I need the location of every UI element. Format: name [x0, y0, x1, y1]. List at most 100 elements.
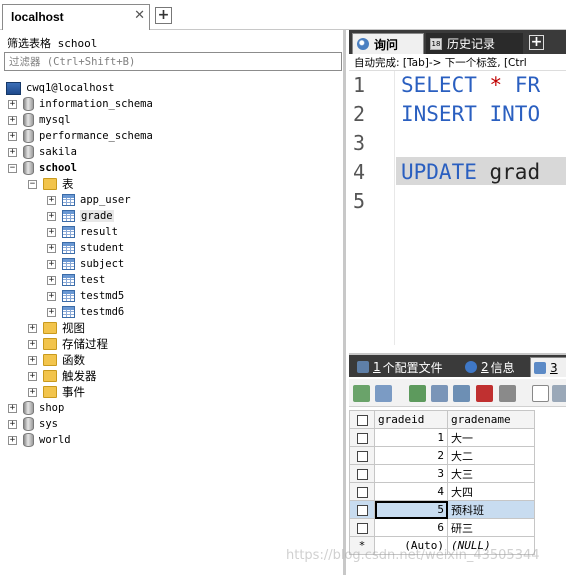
save-icon[interactable] — [453, 385, 470, 402]
expand-icon[interactable]: + — [28, 323, 37, 333]
expand-icon[interactable]: + — [28, 371, 37, 381]
result-grid[interactable]: gradeid gradename 1 大一 2 大二 3 大三 4 大四 5 … — [349, 410, 566, 555]
tree-folder-tables[interactable]: − 表 — [28, 176, 74, 192]
expand-icon[interactable]: + — [47, 243, 56, 253]
tree-table-result[interactable]: + result — [47, 224, 118, 240]
tree-root-node[interactable]: cwq1@localhost — [6, 80, 115, 96]
tab-info[interactable]: 2 信息 — [465, 357, 515, 377]
profile-icon — [357, 361, 369, 373]
expand-icon[interactable]: + — [8, 131, 17, 141]
collapse-icon[interactable]: − — [8, 163, 17, 173]
table-row[interactable]: 6 研三 — [349, 518, 535, 537]
tab-profile[interactable]: 1 个配置文件 — [357, 357, 443, 377]
expand-icon[interactable]: + — [47, 259, 56, 269]
row-checkbox[interactable] — [349, 428, 375, 447]
cancel-icon[interactable] — [499, 385, 516, 402]
cell-gradename[interactable]: 预科班 — [447, 500, 535, 519]
collapse-icon[interactable]: − — [28, 179, 37, 189]
add-query-tab-button[interactable]: + — [529, 35, 544, 50]
tree-db-sys[interactable]: + sys — [8, 416, 58, 432]
expand-icon[interactable]: + — [47, 211, 56, 221]
table-row[interactable]: 1 大一 — [349, 428, 535, 447]
expand-icon[interactable]: + — [28, 355, 37, 365]
expand-icon[interactable]: + — [8, 115, 17, 125]
connection-tab[interactable]: localhost ✕ — [2, 4, 150, 30]
tree-table-test[interactable]: + test — [47, 272, 105, 288]
cell-gradeid[interactable]: 2 — [374, 446, 448, 465]
expand-icon[interactable]: + — [8, 419, 17, 429]
tab-query[interactable]: 询问 — [352, 33, 424, 54]
expand-icon[interactable]: + — [28, 387, 37, 397]
column-header-gradename[interactable]: gradename — [447, 410, 535, 429]
sql-editor[interactable]: 1 2 3 4 5 SELECT * FR INSERT INTO UPDATE… — [349, 71, 566, 345]
tree-table-student[interactable]: + student — [47, 240, 124, 256]
row-checkbox[interactable] — [349, 482, 375, 501]
cell-gradeid[interactable]: 5 — [374, 500, 448, 519]
row-checkbox[interactable] — [349, 518, 375, 537]
expand-icon[interactable]: + — [8, 435, 17, 445]
folder-icon — [43, 386, 57, 398]
tab-history[interactable]: 18 历史记录 — [426, 33, 523, 54]
cell-gradename[interactable]: 大三 — [447, 464, 535, 483]
form-view-icon[interactable] — [552, 385, 566, 402]
expand-icon[interactable]: + — [8, 99, 17, 109]
tree-folder-functions[interactable]: + 函数 — [28, 352, 85, 368]
expand-icon[interactable]: + — [8, 403, 17, 413]
select-all-checkbox[interactable] — [349, 410, 375, 429]
expand-icon[interactable]: + — [47, 275, 56, 285]
folder-icon — [43, 178, 57, 190]
tree-db-information-schema[interactable]: + information_schema — [8, 96, 153, 112]
expand-icon[interactable]: + — [8, 147, 17, 157]
expand-icon[interactable]: + — [47, 291, 56, 301]
cell-gradeid[interactable]: 4 — [374, 482, 448, 501]
tab-number: 1 — [373, 360, 381, 374]
sql-keyword: UPDATE — [401, 160, 477, 184]
table-row[interactable]: 2 大二 — [349, 446, 535, 465]
grid-view-icon[interactable] — [532, 385, 549, 402]
tree-db-performance-schema[interactable]: + performance_schema — [8, 128, 153, 144]
cell-gradename[interactable]: 大一 — [447, 428, 535, 447]
row-checkbox[interactable] — [349, 500, 375, 519]
expand-icon[interactable]: + — [47, 307, 56, 317]
tree-folder-events[interactable]: + 事件 — [28, 384, 85, 400]
tree-table-grade[interactable]: + grade — [47, 208, 114, 224]
import-icon[interactable] — [375, 385, 392, 402]
tree-table-testmd5[interactable]: + testmd5 — [47, 288, 124, 304]
table-row[interactable]: 4 大四 — [349, 482, 535, 501]
table-row-selected[interactable]: 5 预科班 — [349, 500, 535, 519]
add-tab-button[interactable]: + — [155, 7, 172, 24]
tree-db-shop[interactable]: + shop — [8, 400, 64, 416]
add-row-icon[interactable] — [409, 385, 426, 402]
cell-gradeid[interactable]: 1 — [374, 428, 448, 447]
tree-db-world[interactable]: + world — [8, 432, 71, 448]
expand-icon[interactable]: + — [47, 195, 56, 205]
expand-icon[interactable]: + — [28, 339, 37, 349]
row-checkbox[interactable] — [349, 464, 375, 483]
duplicate-row-icon[interactable] — [431, 385, 448, 402]
filter-input[interactable]: 过滤器 (Ctrl+Shift+B) — [4, 52, 342, 71]
tree-folder-views[interactable]: + 视图 — [28, 320, 85, 336]
tree-db-label: school — [39, 162, 77, 174]
cell-gradename[interactable]: 研三 — [447, 518, 535, 537]
tree-db-mysql[interactable]: + mysql — [8, 112, 71, 128]
tree-db-school[interactable]: − school — [8, 160, 77, 176]
cell-gradeid[interactable]: 3 — [374, 464, 448, 483]
cell-gradename[interactable]: 大四 — [447, 482, 535, 501]
delete-icon[interactable] — [476, 385, 493, 402]
tree-table-subject[interactable]: + subject — [47, 256, 124, 272]
column-header-gradeid[interactable]: gradeid — [374, 410, 448, 429]
table-row[interactable]: 3 大三 — [349, 464, 535, 483]
row-checkbox[interactable] — [349, 446, 375, 465]
tab-result[interactable]: 3 — [530, 357, 566, 377]
tree-db-sakila[interactable]: + sakila — [8, 144, 77, 160]
expand-icon[interactable]: + — [47, 227, 56, 237]
tree-folder-procedures[interactable]: + 存储过程 — [28, 336, 108, 352]
cell-gradeid[interactable]: 6 — [374, 518, 448, 537]
export-icon[interactable] — [353, 385, 370, 402]
tree-table-testmd6[interactable]: + testmd6 — [47, 304, 124, 320]
tree-table-app-user[interactable]: + app_user — [47, 192, 131, 208]
close-icon[interactable]: ✕ — [134, 8, 145, 23]
cell-gradename[interactable]: 大二 — [447, 446, 535, 465]
tree-folder-triggers[interactable]: + 触发器 — [28, 368, 97, 384]
line-number: 3 — [353, 131, 366, 155]
